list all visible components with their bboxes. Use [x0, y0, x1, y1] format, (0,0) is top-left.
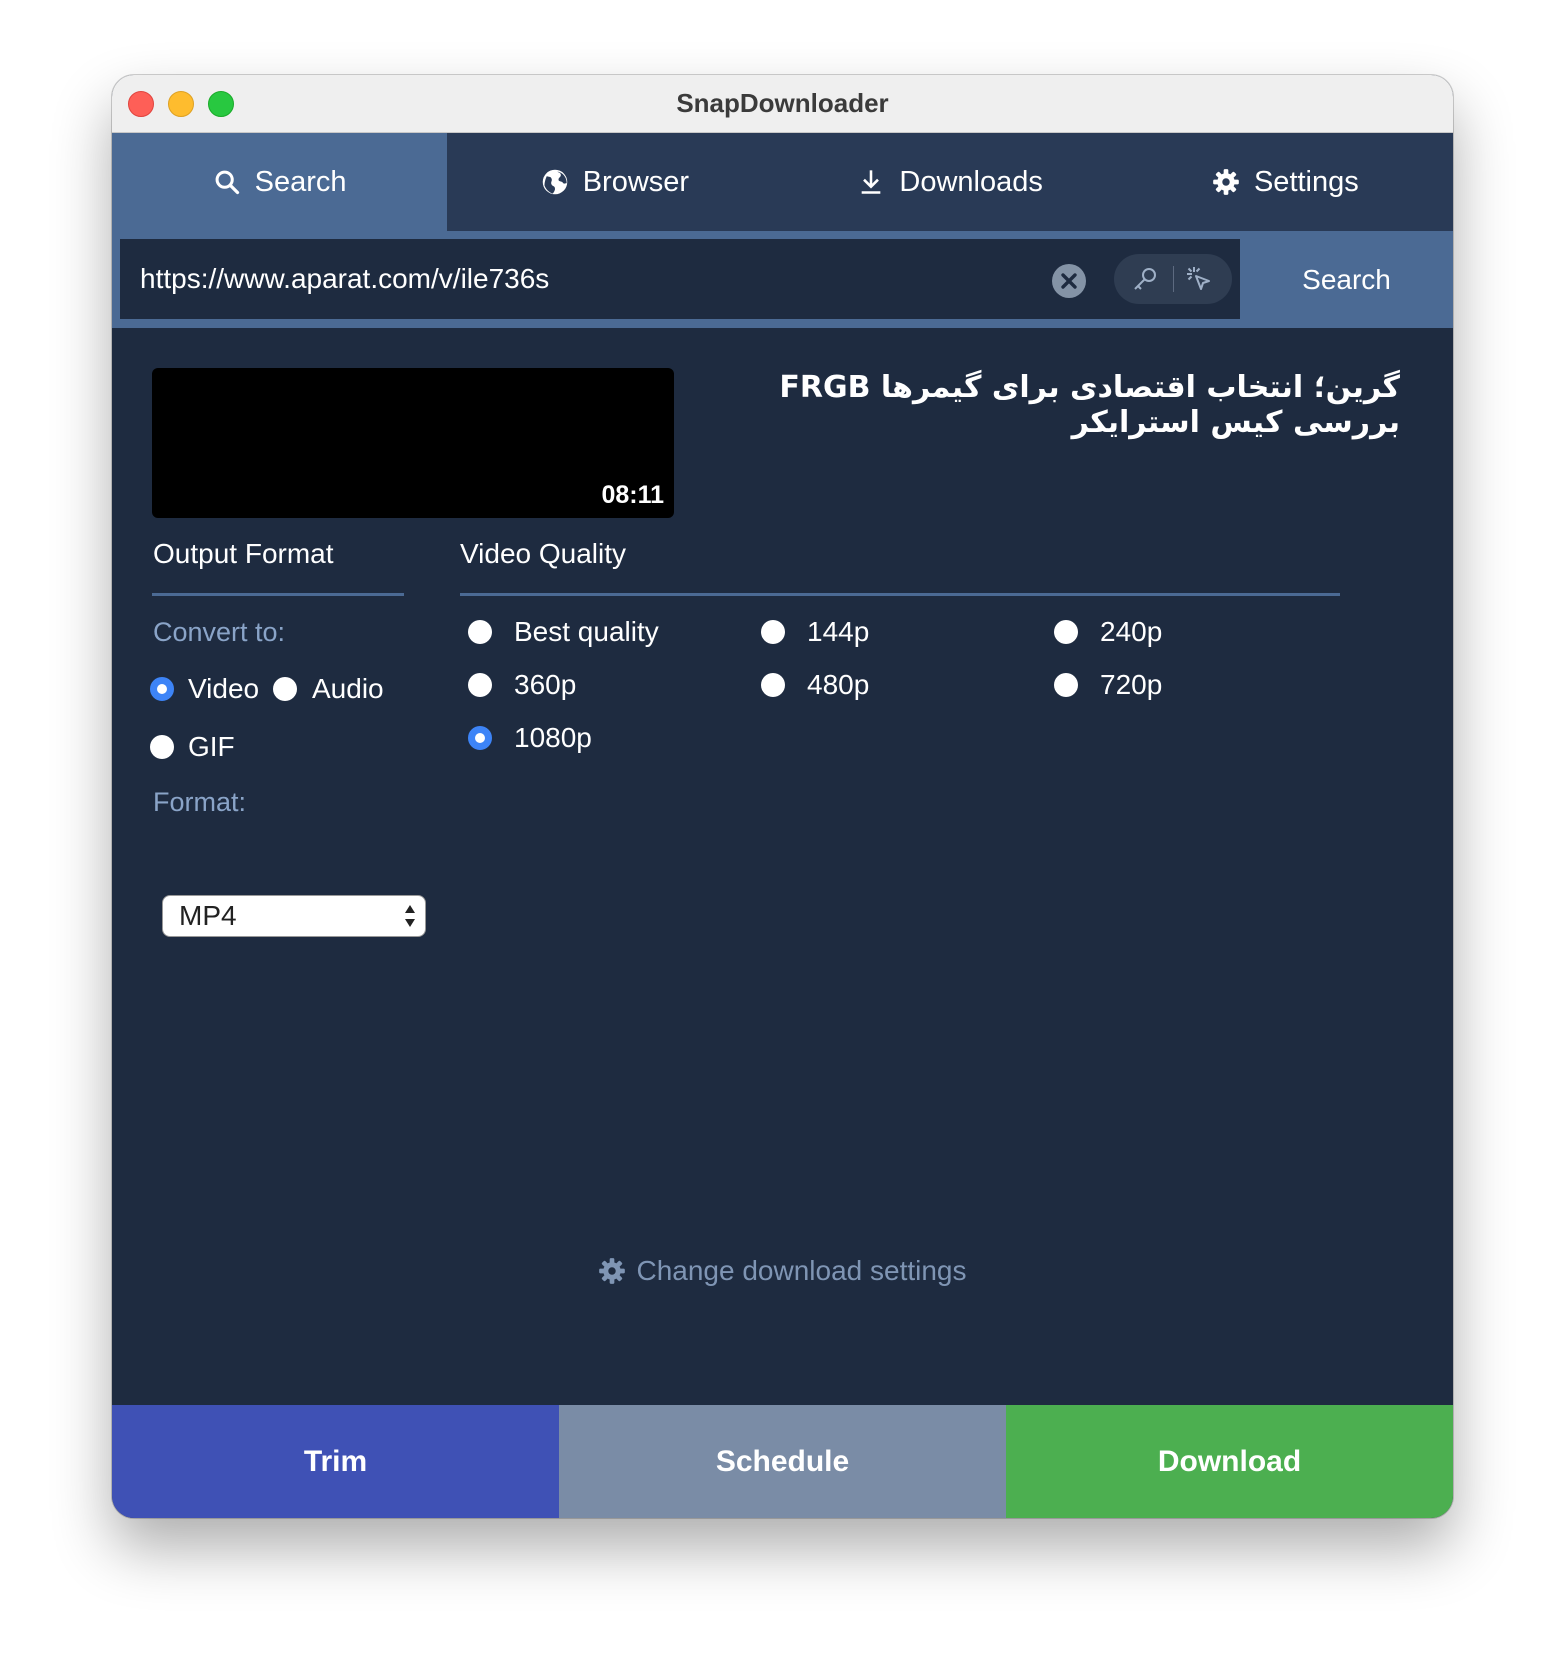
- radio-360p[interactable]: [468, 673, 492, 697]
- quality-option-1080p[interactable]: 1080p: [468, 722, 592, 754]
- video-quality-divider: [460, 593, 1340, 596]
- convert-option-audio[interactable]: Audio: [273, 673, 384, 705]
- quality-option-720p[interactable]: 720p: [1054, 669, 1162, 701]
- radio-240p[interactable]: [1054, 620, 1078, 644]
- download-icon: [862, 170, 881, 194]
- quality-option-144p[interactable]: 144p: [761, 616, 869, 648]
- tab-downloads-label: Downloads: [899, 165, 1043, 198]
- quality-option-144p-label: 144p: [807, 616, 870, 647]
- select-arrows-icon: [405, 905, 415, 927]
- title-bar: SnapDownloader: [112, 75, 1453, 133]
- tools-divider: [1173, 266, 1174, 292]
- tab-search[interactable]: Search: [112, 133, 448, 231]
- quality-option-720p-label: 720p: [1100, 669, 1163, 700]
- tab-search-label: Search: [254, 165, 347, 198]
- url-input[interactable]: https://www.aparat.com/v/ile736s: [120, 239, 1240, 319]
- convert-option-video-label: Video: [188, 673, 260, 704]
- radio-1080p[interactable]: [468, 726, 492, 750]
- convert-to-label: Convert to:: [153, 617, 286, 647]
- radio-best-quality[interactable]: [468, 620, 492, 644]
- video-duration: 08:11: [601, 481, 664, 509]
- convert-option-video[interactable]: Video: [150, 673, 259, 705]
- convert-option-gif-label: GIF: [188, 731, 235, 762]
- quality-option-480p[interactable]: 480p: [761, 669, 869, 701]
- format-label: Format:: [153, 787, 247, 817]
- globe-icon: [542, 169, 567, 195]
- app-window: SnapDownloader Search Browser Downloads …: [112, 75, 1453, 1518]
- clear-url-icon[interactable]: [1052, 264, 1086, 298]
- radio-audio[interactable]: [273, 677, 297, 701]
- output-format-heading: Output Format: [153, 538, 334, 569]
- url-input-value: https://www.aparat.com/v/ile736s: [140, 263, 550, 294]
- radio-720p[interactable]: [1054, 673, 1078, 697]
- tab-settings[interactable]: Settings: [1118, 133, 1453, 231]
- convert-option-audio-label: Audio: [312, 673, 384, 704]
- url-bar: https://www.aparat.com/v/ile736s Search: [112, 231, 1453, 328]
- pointer-click-icon[interactable]: [1184, 264, 1214, 294]
- format-select-value: MP4: [179, 900, 237, 931]
- trim-button[interactable]: Trim: [112, 1405, 559, 1518]
- search-icon: [215, 170, 239, 195]
- tab-browser-label: Browser: [582, 165, 690, 198]
- tab-downloads[interactable]: Downloads: [783, 133, 1118, 231]
- url-tools: [1114, 254, 1232, 304]
- output-format-divider: [152, 593, 404, 596]
- quality-option-best[interactable]: Best quality: [468, 616, 659, 648]
- format-select[interactable]: MP4: [162, 895, 426, 937]
- quality-option-240p-label: 240p: [1100, 616, 1163, 647]
- video-thumbnail: 08:11: [152, 368, 674, 518]
- gear-icon: [1213, 169, 1239, 195]
- change-download-settings-label: Change download settings: [636, 1255, 967, 1286]
- tab-browser[interactable]: Browser: [447, 133, 782, 231]
- radio-gif[interactable]: [150, 735, 174, 759]
- radio-144p[interactable]: [761, 620, 785, 644]
- quality-option-360p[interactable]: 360p: [468, 669, 576, 701]
- change-download-settings-link[interactable]: Change download settings: [112, 1255, 1453, 1287]
- quality-option-240p[interactable]: 240p: [1054, 616, 1162, 648]
- convert-option-gif[interactable]: GIF: [150, 731, 235, 763]
- quality-option-360p-label: 360p: [514, 669, 577, 700]
- action-bar: Trim Schedule Download: [112, 1405, 1453, 1518]
- video-quality-heading: Video Quality: [460, 538, 627, 569]
- video-title: گرین؛ انتخاب اقتصادی برای گیمرها FRGB بر…: [779, 370, 1400, 440]
- schedule-button[interactable]: Schedule: [559, 1405, 1006, 1518]
- window-title: SnapDownloader: [676, 88, 889, 118]
- gear-icon: [599, 1258, 626, 1284]
- search-button[interactable]: Search: [1240, 231, 1453, 328]
- quality-option-best-label: Best quality: [514, 616, 659, 647]
- radio-480p[interactable]: [761, 673, 785, 697]
- key-icon[interactable]: [1130, 264, 1160, 294]
- radio-video[interactable]: [150, 677, 174, 701]
- quality-option-480p-label: 480p: [807, 669, 870, 700]
- quality-option-1080p-label: 1080p: [514, 722, 592, 753]
- download-button[interactable]: Download: [1006, 1405, 1453, 1518]
- main-tabs: Search Browser Downloads Settings: [112, 133, 1453, 231]
- tab-settings-label: Settings: [1253, 165, 1359, 198]
